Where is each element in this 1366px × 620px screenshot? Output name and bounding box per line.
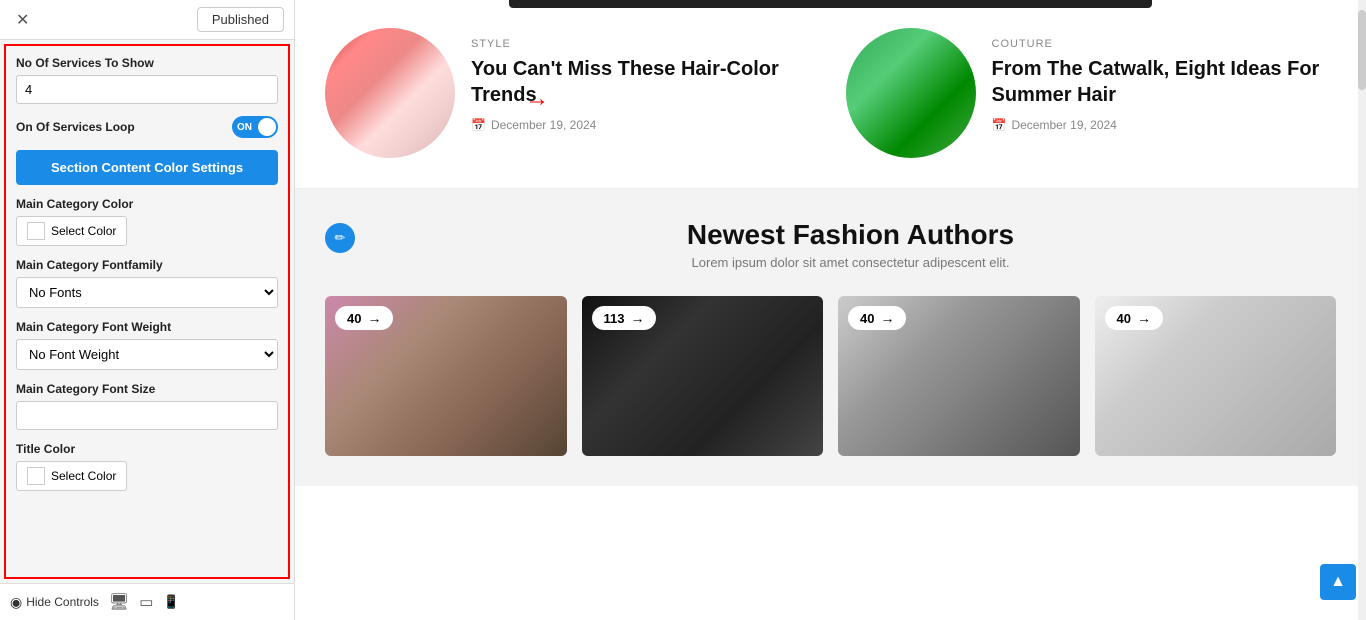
article-date-1: 📅 December 19, 2024 [471,118,816,132]
scrollbar-track [1358,0,1366,620]
section-content-color-btn[interactable]: Section Content Color Settings [16,150,278,185]
left-panel: ✕ Published No Of Services To Show On Of… [0,0,295,620]
services-loop-row: On Of Services Loop ON [16,116,278,138]
main-category-fontfamily-group: Main Category Fontfamily No Fonts [16,258,278,308]
fontweight-select[interactable]: No Font Weight [16,339,278,370]
author-arrow-btn-1[interactable]: → [367,310,381,326]
main-category-fontweight-group: Main Category Font Weight No Font Weight [16,320,278,370]
article-image-1 [325,28,455,158]
hide-controls-button[interactable]: ◉ Hide Controls [10,594,99,611]
main-category-fontfamily-label: Main Category Fontfamily [16,258,278,272]
pencil-icon: ✏ [335,230,346,246]
author-count-4: 40 [1117,311,1131,326]
main-category-color-btn[interactable]: Select Color [16,216,127,246]
published-button[interactable]: Published [197,7,284,32]
main-category-color-label: Main Category Color [16,197,278,211]
author-card-1: 40 → [325,296,567,456]
authors-grid: 40 → 113 → 40 → [325,296,1336,456]
calendar-icon-1: 📅 [471,118,486,132]
title-color-label: Title Color [16,442,278,456]
circle-icon: ◉ [10,594,22,611]
fontfamily-select[interactable]: No Fonts [16,277,278,308]
author-badge-1: 40 → [335,306,393,330]
date-text-1: December 19, 2024 [491,118,596,132]
top-black-bar [509,0,1152,8]
select-color-label-1: Select Color [51,224,116,238]
article-category-1: STYLE [471,38,816,50]
no-of-services-input[interactable] [16,75,278,104]
edit-icon-circle[interactable]: ✏ [325,223,355,253]
mobile-icon[interactable]: 📱 [163,594,179,610]
desktop-icon[interactable]: 🖥 [109,592,129,612]
author-badge-4: 40 → [1105,306,1163,330]
scrollbar-thumb[interactable] [1358,10,1366,90]
top-bar: ✕ Published [0,0,294,40]
color-swatch-2 [27,467,45,485]
date-text-2: December 19, 2024 [1011,118,1116,132]
article-title-1[interactable]: You Can't Miss These Hair-Color Trends [471,56,816,108]
authors-header: ✏ Newest Fashion Authors Lorem ipsum dol… [325,219,1336,290]
author-arrow-btn-4[interactable]: → [1137,310,1151,326]
bottom-bar: ◉ Hide Controls 🖥 ▭ 📱 [0,583,294,620]
color-swatch-1 [27,222,45,240]
articles-section: STYLE You Can't Miss These Hair-Color Tr… [295,8,1366,189]
author-count-2: 113 [604,311,625,326]
toggle-knob [258,118,276,136]
main-category-fontsize-label: Main Category Font Size [16,382,278,396]
services-loop-toggle[interactable]: ON [232,116,278,138]
article-image-2 [846,28,976,158]
author-badge-2: 113 → [592,306,657,330]
authors-title-section: Newest Fashion Authors Lorem ipsum dolor… [365,219,1336,290]
author-card-2: 113 → [582,296,824,456]
article-meta-2: COUTURE From The Catwalk, Eight Ideas Fo… [992,28,1337,132]
authors-section: ✏ Newest Fashion Authors Lorem ipsum dol… [295,189,1366,486]
author-count-3: 40 [860,311,874,326]
article-card-2: COUTURE From The Catwalk, Eight Ideas Fo… [846,28,1337,158]
article-meta-1: STYLE You Can't Miss These Hair-Color Tr… [471,28,816,132]
close-button[interactable]: ✕ [10,8,35,32]
select-color-label-2: Select Color [51,469,116,483]
main-category-fontweight-label: Main Category Font Weight [16,320,278,334]
title-color-group: Title Color Select Color [16,442,278,491]
articles-grid: STYLE You Can't Miss These Hair-Color Tr… [325,28,1336,158]
author-arrow-btn-2[interactable]: → [630,310,644,326]
no-of-services-label: No Of Services To Show [16,56,278,70]
article-date-2: 📅 December 19, 2024 [992,118,1337,132]
authors-section-subtitle: Lorem ipsum dolor sit amet consectetur a… [365,255,1336,270]
main-category-fontsize-group: Main Category Font Size [16,382,278,430]
author-card-3: 40 → [838,296,1080,456]
no-of-services-group: No Of Services To Show [16,56,278,104]
main-category-color-group: Main Category Color Select Color [16,197,278,246]
author-arrow-btn-3[interactable]: → [880,310,894,326]
tablet-icon[interactable]: ▭ [139,593,153,611]
article-card: STYLE You Can't Miss These Hair-Color Tr… [325,28,816,158]
title-color-btn[interactable]: Select Color [16,461,127,491]
author-card-4: 40 → [1095,296,1337,456]
hide-controls-label: Hide Controls [26,595,99,609]
toggle-on-text: ON [237,122,252,133]
main-content: → STYLE You Can't Miss These Hair-Color … [295,0,1366,620]
article-title-2[interactable]: From The Catwalk, Eight Ideas For Summer… [992,56,1337,108]
calendar-icon-2: 📅 [992,118,1007,132]
authors-section-title: Newest Fashion Authors [365,219,1336,251]
article-category-2: COUTURE [992,38,1337,50]
author-badge-3: 40 → [848,306,906,330]
panel-content: No Of Services To Show On Of Services Lo… [4,44,290,579]
scroll-up-button[interactable]: ▲ [1320,564,1356,600]
author-count-1: 40 [347,311,361,326]
fontsize-input[interactable] [16,401,278,430]
services-loop-label: On Of Services Loop [16,120,135,134]
